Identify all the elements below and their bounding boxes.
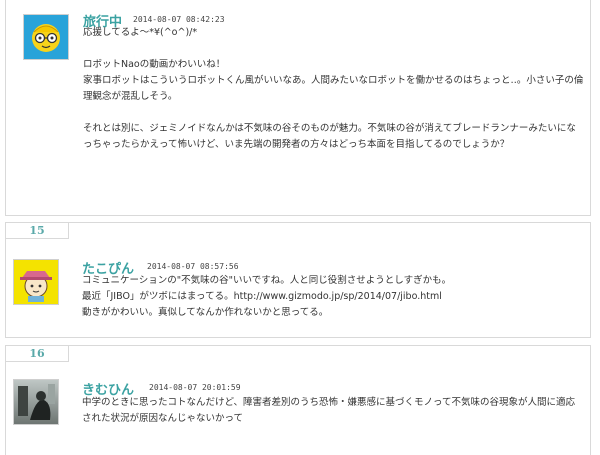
yellow-glasses-character-icon [24, 15, 68, 59]
comment-line: コミュニケーションの"不気味の谷"いいですね。人と同じ役割させようとしすぎかも。 [82, 275, 452, 286]
comment-line: 家事ロボットはこういうロボットくん風がいいなあ。人間みたいなロボットを働かせるの… [83, 75, 584, 102]
comment-number: 16 [6, 346, 69, 362]
comment-timestamp: 2014-08-07 20:01:59 [149, 383, 241, 392]
comment-line [83, 105, 585, 121]
comment-body: コミュニケーションの"不気味の谷"いいですね。人と同じ役割させようとしすぎかも。… [82, 273, 584, 321]
comment-number: 15 [6, 223, 69, 239]
photo-avatar-icon [14, 380, 58, 424]
comment-timestamp: 2014-08-07 08:57:56 [147, 262, 239, 271]
avatar[interactable] [23, 14, 69, 60]
comment-line: 動きがかわいい。真似してなんか作れないかと思ってる。 [82, 307, 329, 318]
comment-card: 旅行中 2014-08-07 08:42:23 応援してるよ〜*¥(^o^)/*… [5, 0, 591, 216]
comment-card: 16 きむひん 2014-08-07 20:01:59 中学のときに思ったコトな… [5, 345, 591, 455]
comment-line [83, 41, 585, 57]
comment-timestamp: 2014-08-07 08:42:23 [133, 15, 225, 24]
comment-line: 最近「JIBO」がツボにはまってる。http://www.gizmodo.jp/… [82, 291, 442, 302]
avatar[interactable] [13, 379, 59, 425]
comment-card: 15 たこぴん 2014-08-07 08:57:56 コミュニケーションの"不… [5, 222, 591, 338]
comment-body: 中学のときに思ったコトなんだけど、障害者差別のうち恐怖・嫌悪感に基づくモノって不… [82, 395, 584, 427]
avatar[interactable] [13, 259, 59, 305]
comment-line: それとは別に、ジェミノイドなんかは不気味の谷そのものが魅力。不気味の谷が消えてブ… [83, 123, 576, 150]
comment-line: 中学のときに思ったコトなんだけど、障害者差別のうち恐怖・嫌悪感に基づくモノって不… [82, 397, 576, 424]
hat-character-icon [14, 260, 58, 304]
comment-line: 応援してるよ〜*¥(^o^)/* [83, 27, 198, 38]
comment-body: 応援してるよ〜*¥(^o^)/* ロボットNaoの動画かわいいね！ 家事ロボット… [83, 25, 585, 153]
comment-line: ロボットNaoの動画かわいいね！ [83, 59, 226, 70]
